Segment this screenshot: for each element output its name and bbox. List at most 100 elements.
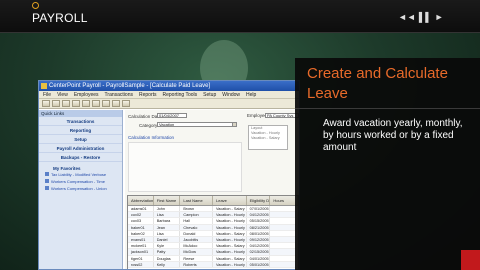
table-cell: Vacation - Salary [213,230,247,236]
table-cell: tiger01 [128,255,154,261]
favorite-item-label: Tax Liability - Modified Verbose [51,172,107,177]
table-cell: adams01 [128,206,154,212]
divider [295,108,480,109]
table-cell: Vacation - Hourly [213,249,247,255]
favorite-item[interactable]: Workers Compensation - Union [39,185,122,192]
toolbar-print-icon[interactable] [72,100,80,107]
toolbar-save-icon[interactable] [112,100,120,107]
sidebar-item-payroll-administration[interactable]: Payroll Administration [39,144,122,153]
menu-item-setup[interactable]: Setup [203,91,216,98]
column-header[interactable]: Last Name [180,196,213,205]
table-cell: Douglas [154,255,181,261]
menu-item-window[interactable]: Window [222,91,240,98]
column-header[interactable]: Abbreviation [128,196,154,205]
column-header[interactable]: First Name [154,196,181,205]
table-cell: Daniel [154,236,181,243]
sidebar-item-backups-restore[interactable]: Backups - Restore [39,153,122,162]
employee-field[interactable]: PA County Sys [265,113,299,118]
table-cell: 04/12/2005 [247,243,271,249]
menu-item-reports[interactable]: Reports [139,91,157,98]
table-cell: 04/01/2005 [247,255,271,261]
favorite-item[interactable]: Tax Liability - Modified Verbose [39,171,122,178]
page-title: PAYROLL [32,11,88,25]
table-cell: 05/15/2005 [247,218,271,224]
column-header[interactable]: Leave [213,196,247,205]
menu-item-help[interactable]: Help [246,91,256,98]
table-row[interactable]: ross02 Kelly Roberts Vacation - Hourly 05/01… [128,261,298,268]
sidebar-item-reporting[interactable]: Reporting [39,126,122,135]
table-cell: ross02 [128,261,154,267]
table-cell: Vacation - Salary [213,206,247,212]
table-cell: Vacation - Hourly [213,212,247,218]
column-header[interactable]: Eligibility Date [247,196,271,205]
table-cell [270,236,298,243]
table-cell: Lisa [154,230,181,236]
table-cell: Barbara [154,218,181,224]
toolbar-folder-icon[interactable] [102,100,110,107]
chevron-down-icon[interactable] [232,122,237,127]
table-cell [270,243,298,249]
info-title: Create and Calculate Leave [307,65,448,102]
table-cell: McDow [180,249,213,255]
table-cell: Vacation - Hourly [213,224,247,230]
table-cell: Vacation - Hourly [213,218,247,224]
menu-item-transactions[interactable]: Transactions [105,91,133,98]
calc-info-area [128,142,242,192]
toolbar-home-icon[interactable] [62,100,70,107]
favorite-item-label: Workers Compensation - Time [51,179,105,184]
menu-item-employees[interactable]: Employees [74,91,99,98]
table-cell: 08/01/2005 [247,230,271,236]
calc-date-field[interactable]: 01/04/2007 [157,113,187,118]
sidebar-header: Quick Links [39,110,122,117]
toolbar-help-icon[interactable] [122,100,130,107]
next-icon[interactable]: ► [435,13,444,22]
pause-icon[interactable]: ▌▌ [419,13,432,22]
grid-body: adams01 John Brown Vacation - Salary 07/01/2… [128,206,298,268]
category-label: Category [139,123,158,128]
previous-icon[interactable]: ◄◄ [398,13,416,22]
table-cell: Jean [154,224,181,230]
table-cell: baker02 [128,230,154,236]
table-cell: Patty [154,249,181,255]
menu-item-reporting-tools[interactable]: Reporting Tools [163,91,198,98]
table-cell: cox03 [128,218,154,224]
employee-label: Employee [247,113,268,118]
app-window: CenterPoint Payroll - PayrollSample - [C… [38,80,300,270]
info-panel: Create and Calculate Leave Award vacatio… [295,58,480,270]
table-cell [270,261,298,267]
app-title: CenterPoint Payroll - PayrollSample - [C… [49,83,211,89]
toolbar-search-icon[interactable] [82,100,90,107]
toolbar-back-icon[interactable] [42,100,50,107]
column-header[interactable]: Hours [270,196,298,205]
sidebar-item-transactions[interactable]: Transactions [39,117,122,126]
logo-icon [32,2,39,9]
table-cell: 02/15/2005 [247,249,271,255]
table-cell [270,224,298,230]
toolbar-forward-icon[interactable] [52,100,60,107]
sidebar-item-setup[interactable]: Setup [39,135,122,144]
table-cell: 05/01/2005 [247,261,271,267]
menu-item-file[interactable]: File [43,91,51,98]
favorite-item-label: Workers Compensation - Union [51,186,107,191]
table-cell: Reese [180,255,213,261]
table-cell: 04/12/2005 [247,212,271,218]
grid-header: Abbreviation First Name Last Name Leave … [128,196,298,206]
table-cell: Vacation - Hourly [213,236,247,243]
table-cell [270,230,298,236]
table-cell [270,255,298,261]
legend-item: Vacation - Salary [251,136,280,140]
report-icon [45,186,49,190]
table-cell: Vacation - Salary [213,255,247,261]
menu-item-view[interactable]: View [57,91,68,98]
player-controls: ◄◄ ▌▌ ► [398,13,444,22]
app-icon [41,83,47,89]
toolbar-calculator-icon[interactable] [92,100,100,107]
table-cell: Vacation - Salary [213,243,247,249]
table-cell: 08/21/2005 [247,224,271,230]
table-cell: cox02 [128,212,154,218]
video-stage: PAYROLL ◄◄ ▌▌ ► CenterPoint Payroll - Pa… [0,0,480,270]
category-select[interactable]: Vacation [157,122,233,127]
table-cell: baker01 [128,224,154,230]
favorite-item[interactable]: Workers Compensation - Time [39,178,122,185]
employee-leave-grid: Abbreviation First Name Last Name Leave … [127,195,299,269]
